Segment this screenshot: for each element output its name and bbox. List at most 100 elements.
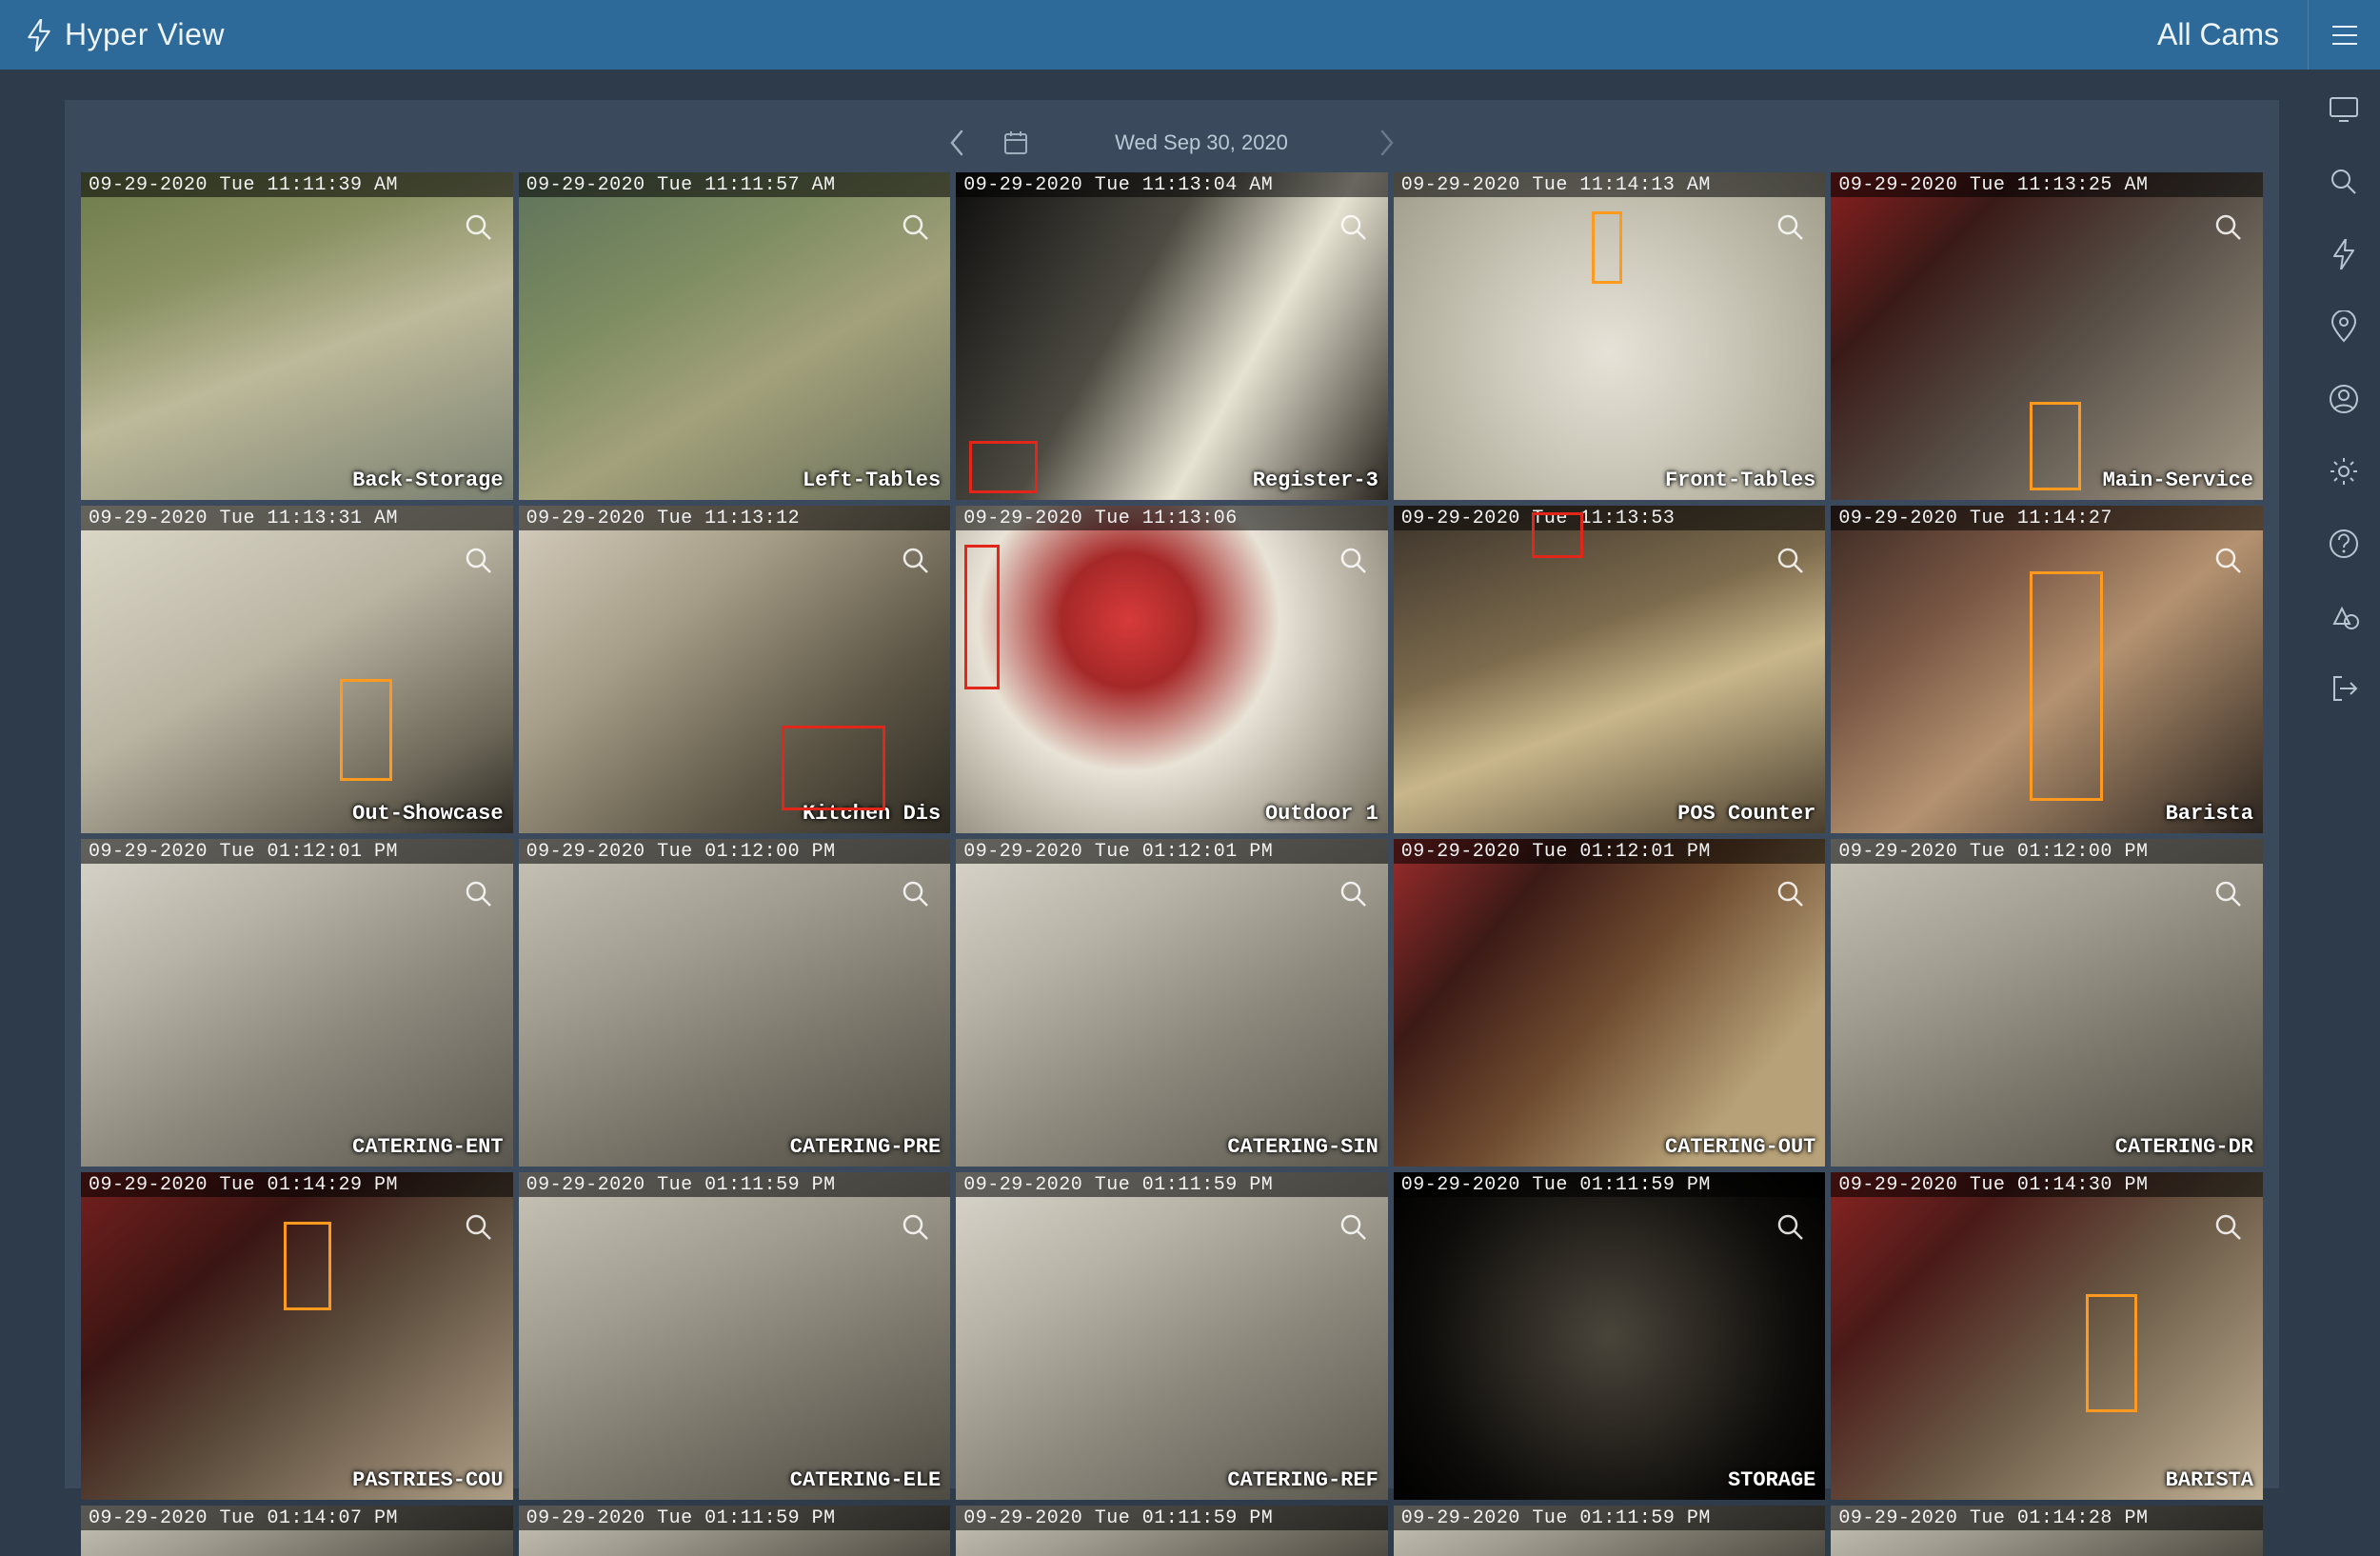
sidebar-item-location[interactable] (2325, 308, 2363, 346)
zoom-icon[interactable] (462, 544, 496, 578)
zoom-icon[interactable] (2211, 210, 2246, 245)
camera-tile[interactable]: 09-29-2020 Tue 11:13:25 AMMain-Service (1831, 172, 2263, 500)
zoom-icon[interactable] (1774, 210, 1808, 245)
camera-tile[interactable]: 09-29-2020 Tue 01:11:59 PMCATERING-REF (956, 1172, 1388, 1500)
camera-tile[interactable]: 09-29-2020 Tue 11:13:53POS Counter (1394, 506, 1826, 833)
camera-tile[interactable]: 09-29-2020 Tue 01:12:01 PMCATERING-SIN (956, 839, 1388, 1167)
camera-tile[interactable]: 09-29-2020 Tue 01:14:29 PMPASTRIES-COU (81, 1172, 513, 1500)
zoom-icon[interactable] (1774, 544, 1808, 578)
camera-tile[interactable]: 09-29-2020 Tue 01:14:30 PM BARISTA (1831, 1172, 2263, 1500)
app-title: Hyper View (65, 17, 225, 52)
camera-tile[interactable]: 09-29-2020 Tue 01:11:59 PM (519, 1506, 951, 1555)
content-panel: Wed Sep 30, 2020 09-29-2020 Tue 11:11:39… (65, 100, 2279, 1488)
date-nav: Wed Sep 30, 2020 (78, 117, 2266, 169)
zoom-icon[interactable] (1774, 877, 1808, 911)
header: Hyper View All Cams (0, 0, 2380, 70)
camera-timestamp: 09-29-2020 Tue 11:11:39 AM (81, 172, 513, 197)
camera-tile[interactable]: 09-29-2020 Tue 11:14:27Barista (1831, 506, 2263, 833)
sidebar-item-logout[interactable] (2325, 669, 2363, 708)
camera-tile[interactable]: 09-29-2020 Tue 11:11:39 AM Back-Storage (81, 172, 513, 500)
camera-timestamp: 09-29-2020 Tue 01:14:28 PM (1831, 1506, 2263, 1530)
camera-tile[interactable]: 09-29-2020 Tue 01:14:28 PM (1831, 1506, 2263, 1555)
sidebar-item-settings[interactable] (2325, 452, 2363, 490)
camera-timestamp: 09-29-2020 Tue 01:11:59 PM (956, 1172, 1388, 1197)
camera-tile[interactable]: 09-29-2020 Tue 01:11:59 PMSTORAGE (1394, 1172, 1826, 1500)
next-day-button[interactable] (1371, 127, 1403, 159)
zoom-icon[interactable] (462, 210, 496, 245)
camera-tile[interactable]: 09-29-2020 Tue 11:13:04 AMRegister-3 (956, 172, 1388, 500)
camera-timestamp: 09-29-2020 Tue 01:11:59 PM (1394, 1172, 1826, 1197)
camera-tile[interactable]: 09-29-2020 Tue 01:11:59 PMCATERING-ELE (519, 1172, 951, 1500)
camera-timestamp: 09-29-2020 Tue 11:11:57 AM (519, 172, 951, 197)
sidebar-item-person[interactable] (2325, 380, 2363, 418)
sidebar (2308, 70, 2380, 1488)
camera-label: CATERING-ENT (352, 1135, 503, 1159)
zoom-icon[interactable] (899, 1210, 933, 1245)
body: Wed Sep 30, 2020 09-29-2020 Tue 11:11:39… (0, 70, 2380, 1488)
camera-label: Out-Showcase (352, 802, 503, 826)
camera-timestamp: 09-29-2020 Tue 01:14:07 PM (81, 1506, 513, 1530)
camera-tile[interactable]: 09-29-2020 Tue 01:12:01 PMCATERING-ENT (81, 839, 513, 1167)
camera-image (519, 506, 951, 833)
camera-timestamp: 09-29-2020 Tue 01:14:29 PM (81, 1172, 513, 1197)
current-date: Wed Sep 30, 2020 (1059, 130, 1344, 155)
camera-tile[interactable]: 09-29-2020 Tue 11:13:06Outdoor 1 (956, 506, 1388, 833)
camera-timestamp: 09-29-2020 Tue 01:12:00 PM (1831, 839, 2263, 864)
sidebar-item-monitor[interactable] (2325, 90, 2363, 129)
camera-timestamp: 09-29-2020 Tue 01:14:30 PM (1831, 1172, 2263, 1197)
camera-tile[interactable]: 09-29-2020 Tue 01:12:00 PMCATERING-DR (1831, 839, 2263, 1167)
sidebar-item-search[interactable] (2325, 163, 2363, 201)
camera-label: CATERING-OUT (1665, 1135, 1815, 1159)
camera-grid-wrap: 09-29-2020 Tue 11:11:39 AMBack-Storage09… (78, 169, 2266, 1556)
zoom-icon[interactable] (1337, 1210, 1371, 1245)
camera-label: Left-Tables (803, 469, 941, 492)
camera-timestamp: 09-29-2020 Tue 01:11:59 PM (956, 1506, 1388, 1530)
zoom-icon[interactable] (2211, 1210, 2246, 1245)
camera-tile[interactable]: 09-29-2020 Tue 11:13:31 AMOut-Showcase (81, 506, 513, 833)
camera-image (81, 839, 513, 1167)
camera-tile[interactable]: 09-29-2020 Tue 01:12:00 PMCATERING-PRE (519, 839, 951, 1167)
camera-tile[interactable]: 09-29-2020 Tue 01:11:59 PM (1394, 1506, 1826, 1555)
zoom-icon[interactable] (462, 877, 496, 911)
camera-image (956, 1172, 1388, 1500)
detection-overlay (2086, 1294, 2137, 1412)
camera-timestamp: 09-29-2020 Tue 11:13:12 (519, 506, 951, 530)
zoom-icon[interactable] (1774, 1210, 1808, 1245)
detection-overlay (1592, 211, 1622, 284)
camera-tile[interactable]: 09-29-2020 Tue 11:13:12Kitchen Dis (519, 506, 951, 833)
zoom-icon[interactable] (2211, 544, 2246, 578)
detection-overlay (782, 726, 885, 810)
camera-grid: 09-29-2020 Tue 11:11:39 AMBack-Storage09… (81, 172, 2263, 1556)
camera-image (1394, 1172, 1826, 1500)
camera-image (1394, 506, 1826, 833)
zoom-icon[interactable] (1337, 877, 1371, 911)
zoom-icon[interactable] (462, 1210, 496, 1245)
camera-label: POS Counter (1677, 802, 1815, 826)
camera-tile[interactable]: 09-29-2020 Tue 11:14:13 AMFront-Tables (1394, 172, 1826, 500)
camera-image (1831, 1172, 2263, 1500)
detection-overlay (284, 1222, 331, 1310)
menu-toggle-button[interactable] (2308, 0, 2380, 73)
camera-image (956, 839, 1388, 1167)
zoom-icon[interactable] (2211, 877, 2246, 911)
bolt-icon (27, 19, 51, 51)
detection-overlay (340, 679, 391, 781)
camera-label: BARISTA (2166, 1468, 2253, 1492)
zoom-icon[interactable] (899, 210, 933, 245)
zoom-icon[interactable] (1337, 210, 1371, 245)
calendar-button[interactable] (1000, 127, 1032, 159)
sidebar-item-shapes[interactable] (2325, 597, 2363, 635)
sidebar-item-help[interactable] (2325, 525, 2363, 563)
detection-overlay (969, 441, 1039, 493)
prev-day-button[interactable] (941, 127, 973, 159)
zoom-icon[interactable] (1337, 544, 1371, 578)
camera-tile[interactable]: 09-29-2020 Tue 01:11:59 PM (956, 1506, 1388, 1555)
sidebar-item-bolt[interactable] (2325, 235, 2363, 273)
zoom-icon[interactable] (899, 877, 933, 911)
camera-tile[interactable]: 09-29-2020 Tue 11:11:57 AM Left-Tables (519, 172, 951, 500)
camera-image (519, 172, 951, 500)
camera-label: Back-Storage (352, 469, 503, 492)
camera-tile[interactable]: 09-29-2020 Tue 01:14:07 PM (81, 1506, 513, 1555)
camera-tile[interactable]: 09-29-2020 Tue 01:12:01 PMCATERING-OUT (1394, 839, 1826, 1167)
zoom-icon[interactable] (899, 544, 933, 578)
